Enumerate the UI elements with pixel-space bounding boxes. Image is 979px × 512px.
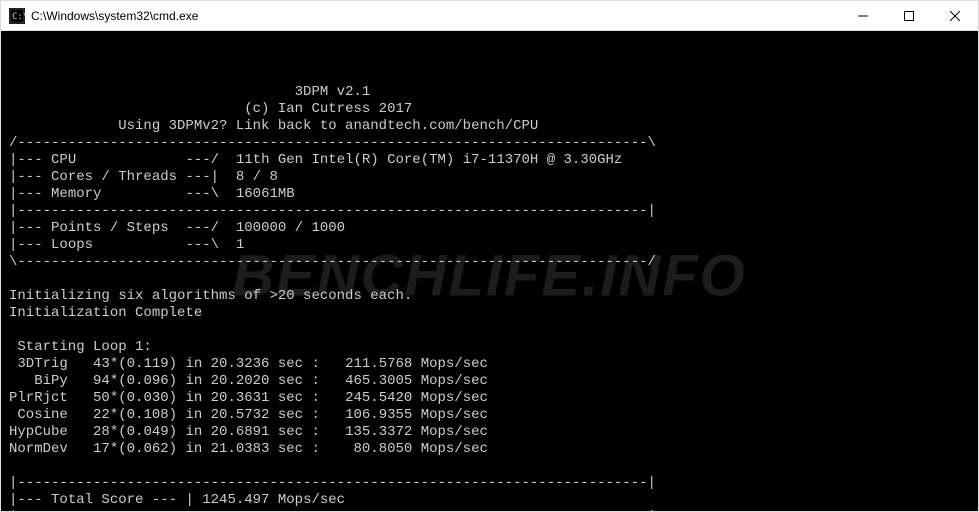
cores-value: 8 / 8	[236, 169, 278, 185]
cpu-sep: ---/	[76, 152, 236, 168]
memory-value: 16061MB	[236, 186, 295, 202]
minimize-button[interactable]	[840, 1, 886, 30]
link-value: Using 3DPMv2? Link back to anandtech.com…	[118, 118, 538, 134]
loops-value: 1	[236, 237, 244, 253]
memory-sep: ---\	[101, 186, 235, 202]
points-row: |---	[9, 220, 51, 236]
maximize-button[interactable]	[886, 1, 932, 30]
divider-top: /---------------------------------------…	[9, 135, 656, 151]
window-title: C:\Windows\system32\cmd.exe	[31, 9, 840, 23]
memory-label: Memory	[51, 186, 101, 202]
cores-row: |---	[9, 169, 51, 185]
result-name-2: PlrRjct	[9, 390, 68, 406]
result-name-5: NormDev	[9, 441, 68, 457]
result-mops-4: 135.3372 Mops/sec	[345, 424, 488, 440]
total-sep: --- |	[143, 492, 202, 508]
result-detail-4: 28*(0.049) in 20.6891 sec :	[93, 424, 320, 440]
result-detail-5: 17*(0.062) in 21.0383 sec :	[93, 441, 320, 457]
total-value: 1245.497 Mops/sec	[202, 492, 345, 508]
result-name-3: Cosine	[9, 407, 68, 423]
total-label: Total Score	[51, 492, 143, 508]
close-button[interactable]	[932, 1, 978, 30]
copyright-line	[9, 101, 244, 117]
points-sep: ---/	[169, 220, 236, 236]
result-mops-0: 211.5768 Mops/sec	[345, 356, 488, 372]
link-line	[9, 118, 118, 134]
result-mops-3: 106.9355 Mops/sec	[345, 407, 488, 423]
cmd-window: C:\ C:\Windows\system32\cmd.exe BENCHLIF…	[0, 0, 979, 512]
total-divider-bottom: |---------------------------------------…	[9, 509, 656, 511]
svg-text:C:\: C:\	[12, 12, 25, 22]
result-detail-2: 50*(0.030) in 20.3631 sec :	[93, 390, 320, 406]
memory-row: |---	[9, 186, 51, 202]
result-mops-1: 465.3005 Mops/sec	[345, 373, 488, 389]
copyright-value: (c) Ian Cutress 2017	[244, 101, 412, 117]
terminal-content: 3DPM v2.1 (c) Ian Cutress 2017 Using 3DP…	[9, 84, 970, 511]
result-detail-0: 43*(0.119) in 20.3236 sec :	[93, 356, 320, 372]
total-divider-top: |---------------------------------------…	[9, 475, 656, 491]
init-msg1: Initializing six algorithms of >20 secon…	[9, 288, 412, 304]
cores-sep: ---|	[177, 169, 236, 185]
cpu-label: CPU	[51, 152, 76, 168]
program-name	[9, 84, 295, 100]
cpu-row: |---	[9, 152, 51, 168]
result-mops-2: 245.5420 Mops/sec	[345, 390, 488, 406]
result-name-1: BiPy	[9, 373, 68, 389]
points-label: Points / Steps	[51, 220, 169, 236]
loops-label: Loops	[51, 237, 93, 253]
titlebar[interactable]: C:\ C:\Windows\system32\cmd.exe	[1, 1, 978, 31]
cpu-value: 11th Gen Intel(R) Core(TM) i7-11370H @ 3…	[236, 152, 622, 168]
result-detail-3: 22*(0.108) in 20.5732 sec :	[93, 407, 320, 423]
cmd-icon: C:\	[9, 8, 25, 24]
window-controls	[840, 1, 978, 30]
result-name-4: HypCube	[9, 424, 68, 440]
loops-sep: ---\	[93, 237, 236, 253]
loop-header: Starting Loop 1:	[9, 339, 152, 355]
terminal-output[interactable]: BENCHLIFE.INFO 3DPM v2.1 (c) Ian Cutress…	[1, 31, 978, 511]
result-detail-1: 94*(0.096) in 20.2020 sec :	[93, 373, 320, 389]
program-name-value: 3DPM v2.1	[295, 84, 371, 100]
points-value: 100000 / 1000	[236, 220, 345, 236]
divider-mid: |---------------------------------------…	[9, 203, 656, 219]
result-name-0: 3DTrig	[9, 356, 68, 372]
total-row: |---	[9, 492, 51, 508]
cores-label: Cores / Threads	[51, 169, 177, 185]
init-msg2: Initialization Complete	[9, 305, 202, 321]
divider-bottom: \---------------------------------------…	[9, 254, 656, 270]
result-mops-5: 80.8050 Mops/sec	[345, 441, 488, 457]
loops-row: |---	[9, 237, 51, 253]
